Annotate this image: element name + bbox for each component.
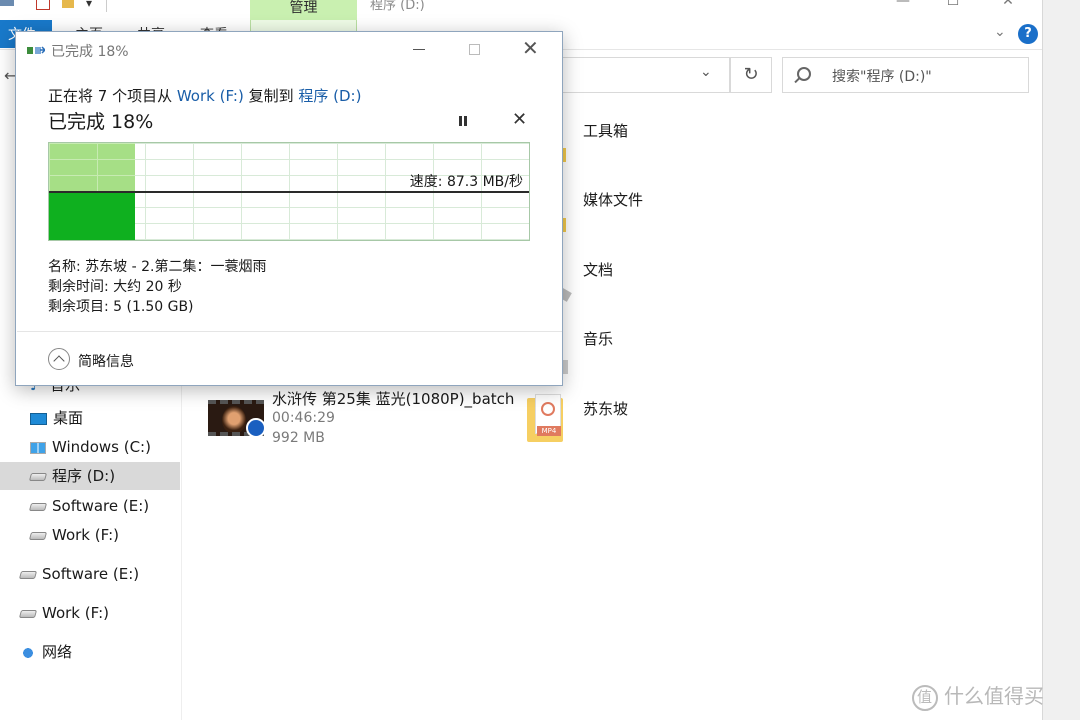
media-player-badge-icon xyxy=(246,418,266,438)
mp4-folder-icon: MP4 xyxy=(527,394,567,444)
progress-fill-upper xyxy=(49,143,135,192)
thumbnail-image xyxy=(222,406,246,432)
speed-line xyxy=(49,191,529,193)
chevron-up-icon[interactable] xyxy=(48,348,70,370)
nav-item-label: Software (E:) xyxy=(42,565,140,583)
nav-item-network[interactable]: 网络 xyxy=(20,638,72,666)
chevron-down-icon[interactable]: ⌄ xyxy=(994,24,1006,40)
time-remaining-line: 剩余时间: 大约 20 秒 xyxy=(48,279,182,295)
nav-item-desktop[interactable]: 桌面 xyxy=(30,404,83,432)
nav-item-software-e-removable[interactable]: Software (E:) xyxy=(18,560,140,588)
copy-icon xyxy=(27,46,45,54)
folder-label: 文档 xyxy=(583,261,614,279)
desktop-icon xyxy=(30,412,47,425)
source-link[interactable]: Work (F:) xyxy=(177,87,244,105)
nav-item-label: Work (F:) xyxy=(42,604,109,622)
video-file-name: 水浒传 第25集 蓝光(1080P)_batch xyxy=(272,390,515,408)
progress-percent-text: 已完成 18% xyxy=(48,111,154,133)
help-button[interactable]: ? xyxy=(1018,24,1038,44)
folder-label: 苏东坡 xyxy=(583,400,629,418)
video-file-duration: 00:46:29 xyxy=(272,410,335,426)
cancel-copy-button[interactable]: ✕ xyxy=(512,111,527,129)
fewer-details-label[interactable]: 简略信息 xyxy=(78,351,134,371)
dialog-minimize-button[interactable] xyxy=(413,41,429,57)
minimize-button[interactable]: — xyxy=(880,0,926,10)
properties-icon[interactable] xyxy=(36,0,50,10)
new-folder-icon[interactable] xyxy=(62,0,74,8)
folder-label: 工具箱 xyxy=(583,122,629,140)
close-button[interactable]: ✕ xyxy=(985,0,1031,10)
watermark: 什么值得买 xyxy=(912,680,1044,711)
maximize-button[interactable]: ☐ xyxy=(930,0,976,10)
nav-item-program-d[interactable]: 程序 (D:) xyxy=(0,462,180,490)
refresh-button[interactable]: ↻ xyxy=(730,57,772,93)
drive-icon xyxy=(28,502,48,511)
nav-item-work-f[interactable]: Work (F:) xyxy=(28,521,119,549)
video-file-item[interactable]: 水浒传 第25集 蓝光(1080P)_batch 00:46:29 992 MB xyxy=(208,388,528,448)
dialog-titlebar[interactable]: 已完成 18% ✕ xyxy=(16,32,562,68)
context-tab-header: 管理 xyxy=(250,0,357,20)
search-input[interactable]: 搜索"程序 (D:)" xyxy=(782,57,1029,93)
qat-divider xyxy=(106,0,107,12)
drive-icon xyxy=(28,472,48,481)
destination-link[interactable]: 程序 (D:) xyxy=(298,87,361,105)
nav-item-windows-c[interactable]: Windows (C:) xyxy=(30,433,151,461)
folder-label: 音乐 xyxy=(583,330,614,348)
copy-desc-middle: 复制到 xyxy=(243,87,299,105)
nav-item-label: 网络 xyxy=(42,643,73,661)
qat-dropdown-icon[interactable]: ▾ xyxy=(86,0,100,10)
drive-icon xyxy=(18,609,38,618)
copy-progress-dialog: 已完成 18% ✕ 正在将 7 个项目从 Work (F:) 复制到 程序 (D… xyxy=(15,31,563,386)
drive-icon xyxy=(18,570,38,579)
address-dropdown-icon[interactable]: ⌄ xyxy=(700,64,712,80)
file-name-line: 名称: 苏东坡 - 2.第二集：一蓑烟雨 xyxy=(48,259,267,275)
nav-item-software-e[interactable]: Software (E:) xyxy=(28,492,150,520)
nav-item-label: 桌面 xyxy=(53,409,84,427)
copy-desc-prefix: 正在将 7 个项目从 xyxy=(48,87,177,105)
network-icon xyxy=(20,645,36,660)
speed-graph: 速度: 87.3 MB/秒 xyxy=(48,142,530,241)
items-remaining-line: 剩余项目: 5 (1.50 GB) xyxy=(48,299,194,315)
windows-drive-icon xyxy=(30,441,46,454)
progress-fill-lower xyxy=(49,192,135,240)
video-file-size: 992 MB xyxy=(272,430,325,446)
folder-icon[interactable] xyxy=(0,0,14,6)
search-icon xyxy=(797,67,811,81)
dialog-title: 已完成 18% xyxy=(51,44,129,60)
watermark-text: 什么值得买 xyxy=(944,684,1044,708)
dialog-divider xyxy=(17,331,562,332)
dialog-maximize-button[interactable] xyxy=(469,44,480,55)
nav-item-label: Software (E:) xyxy=(52,497,150,515)
navigation-pane: ♪音乐 桌面 Windows (C:) 程序 (D:) Software (E:… xyxy=(0,375,182,720)
folder-label: 媒体文件 xyxy=(583,191,644,209)
window-title: 程序 (D:) xyxy=(370,0,425,13)
drive-icon xyxy=(28,531,48,540)
speed-label: 速度: 87.3 MB/秒 xyxy=(409,174,523,190)
dialog-close-button[interactable]: ✕ xyxy=(522,38,539,58)
nav-item-label: Work (F:) xyxy=(52,526,119,544)
desktop-background xyxy=(1042,0,1080,720)
watermark-logo-icon xyxy=(912,684,938,711)
copy-description: 正在将 7 个项目从 Work (F:) 复制到 程序 (D:) xyxy=(48,85,361,106)
nav-item-label: Windows (C:) xyxy=(52,438,151,456)
search-placeholder: 搜索"程序 (D:)" xyxy=(832,69,932,85)
nav-item-label: 程序 (D:) xyxy=(52,467,116,485)
pause-button[interactable] xyxy=(457,114,471,128)
nav-item-work-f-removable[interactable]: Work (F:) xyxy=(18,599,109,627)
